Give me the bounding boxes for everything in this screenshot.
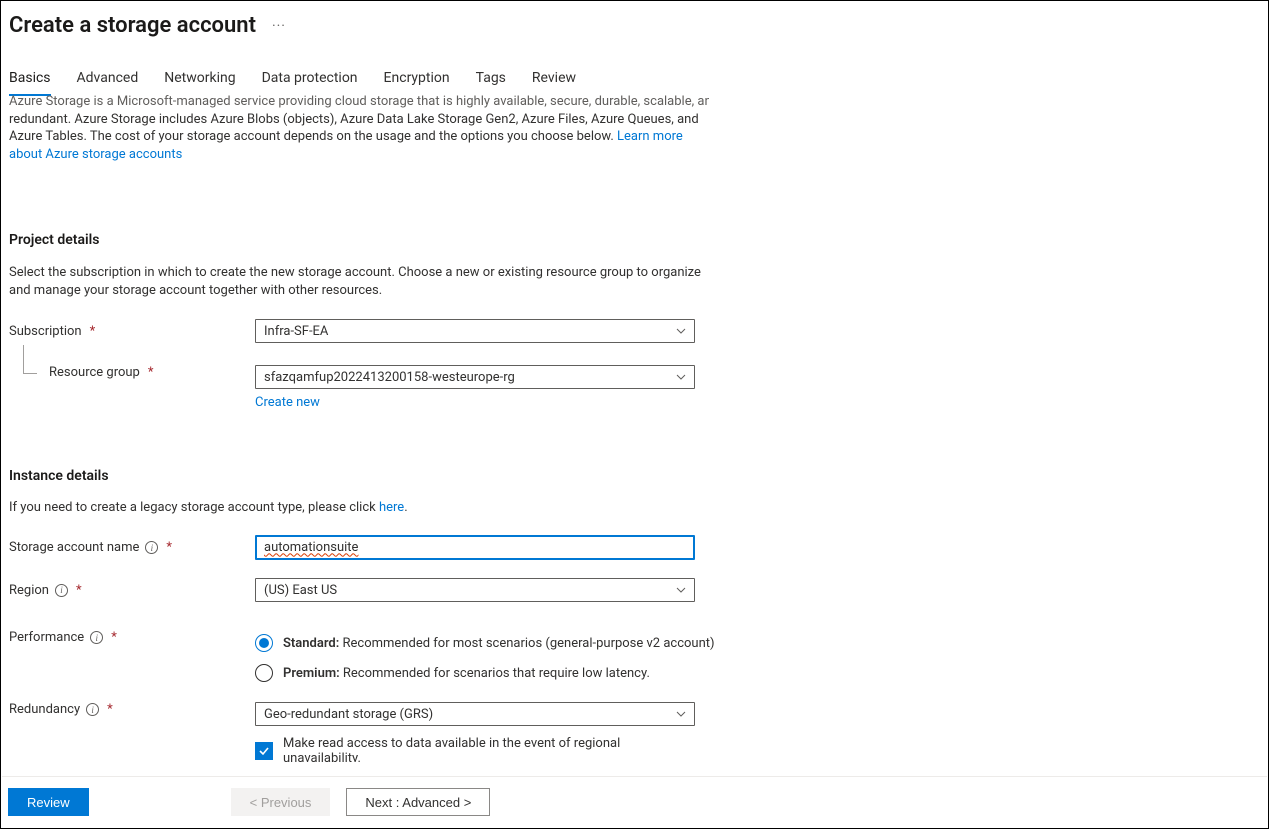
subscription-label: Subscription* [9, 324, 255, 339]
region-label: Region i * [9, 583, 255, 598]
chevron-down-icon [676, 326, 686, 336]
content-area: Azure Storage is a Microsoft-managed ser… [1, 92, 1268, 762]
redundancy-dropdown[interactable]: Geo-redundant storage (GRS) [255, 702, 695, 726]
performance-premium-radio[interactable]: Premium: Recommended for scenarios that … [255, 664, 715, 682]
next-button[interactable]: Next : Advanced > [346, 788, 490, 816]
review-button[interactable]: Review [8, 788, 89, 816]
intro-text: Azure Storage is a Microsoft-managed ser… [9, 93, 709, 163]
chevron-down-icon [676, 709, 686, 719]
read-access-checkbox[interactable]: Make read access to data available in th… [255, 736, 695, 762]
storage-account-name-label: Storage account name i * [9, 540, 255, 555]
read-access-label: Make read access to data available in th… [283, 736, 695, 762]
chevron-down-icon [676, 585, 686, 595]
performance-label: Performance i * [9, 630, 255, 645]
info-icon[interactable]: i [145, 541, 158, 554]
previous-button: < Previous [231, 788, 331, 816]
project-details-desc: Select the subscription in which to crea… [9, 264, 704, 299]
info-icon[interactable]: i [86, 703, 99, 716]
legacy-here-link[interactable]: here [379, 500, 404, 515]
legacy-account-text: If you need to create a legacy storage a… [9, 500, 1260, 515]
resource-group-label: Resource group* [9, 365, 255, 380]
performance-standard-radio[interactable]: Standard: Recommended for most scenarios… [255, 634, 715, 652]
project-details-heading: Project details [9, 232, 1260, 248]
more-icon[interactable]: ··· [272, 18, 286, 34]
region-dropdown[interactable]: (US) East US [255, 578, 695, 602]
page-title: Create a storage account [9, 13, 256, 38]
storage-account-name-input[interactable]: automationsuite [255, 535, 695, 560]
info-icon[interactable]: i [90, 631, 103, 644]
resource-group-dropdown[interactable]: sfazqamfup2022413200158-westeurope-rg [255, 365, 695, 389]
info-icon[interactable]: i [55, 584, 68, 597]
instance-details-heading: Instance details [9, 468, 1260, 484]
footer-bar: Review < Previous Next : Advanced > [2, 776, 1267, 827]
checkmark-icon [255, 742, 273, 760]
subscription-dropdown[interactable]: Infra-SF-EA [255, 319, 695, 343]
chevron-down-icon [676, 372, 686, 382]
create-new-link[interactable]: Create new [255, 395, 320, 410]
redundancy-label: Redundancy i * [9, 702, 255, 717]
